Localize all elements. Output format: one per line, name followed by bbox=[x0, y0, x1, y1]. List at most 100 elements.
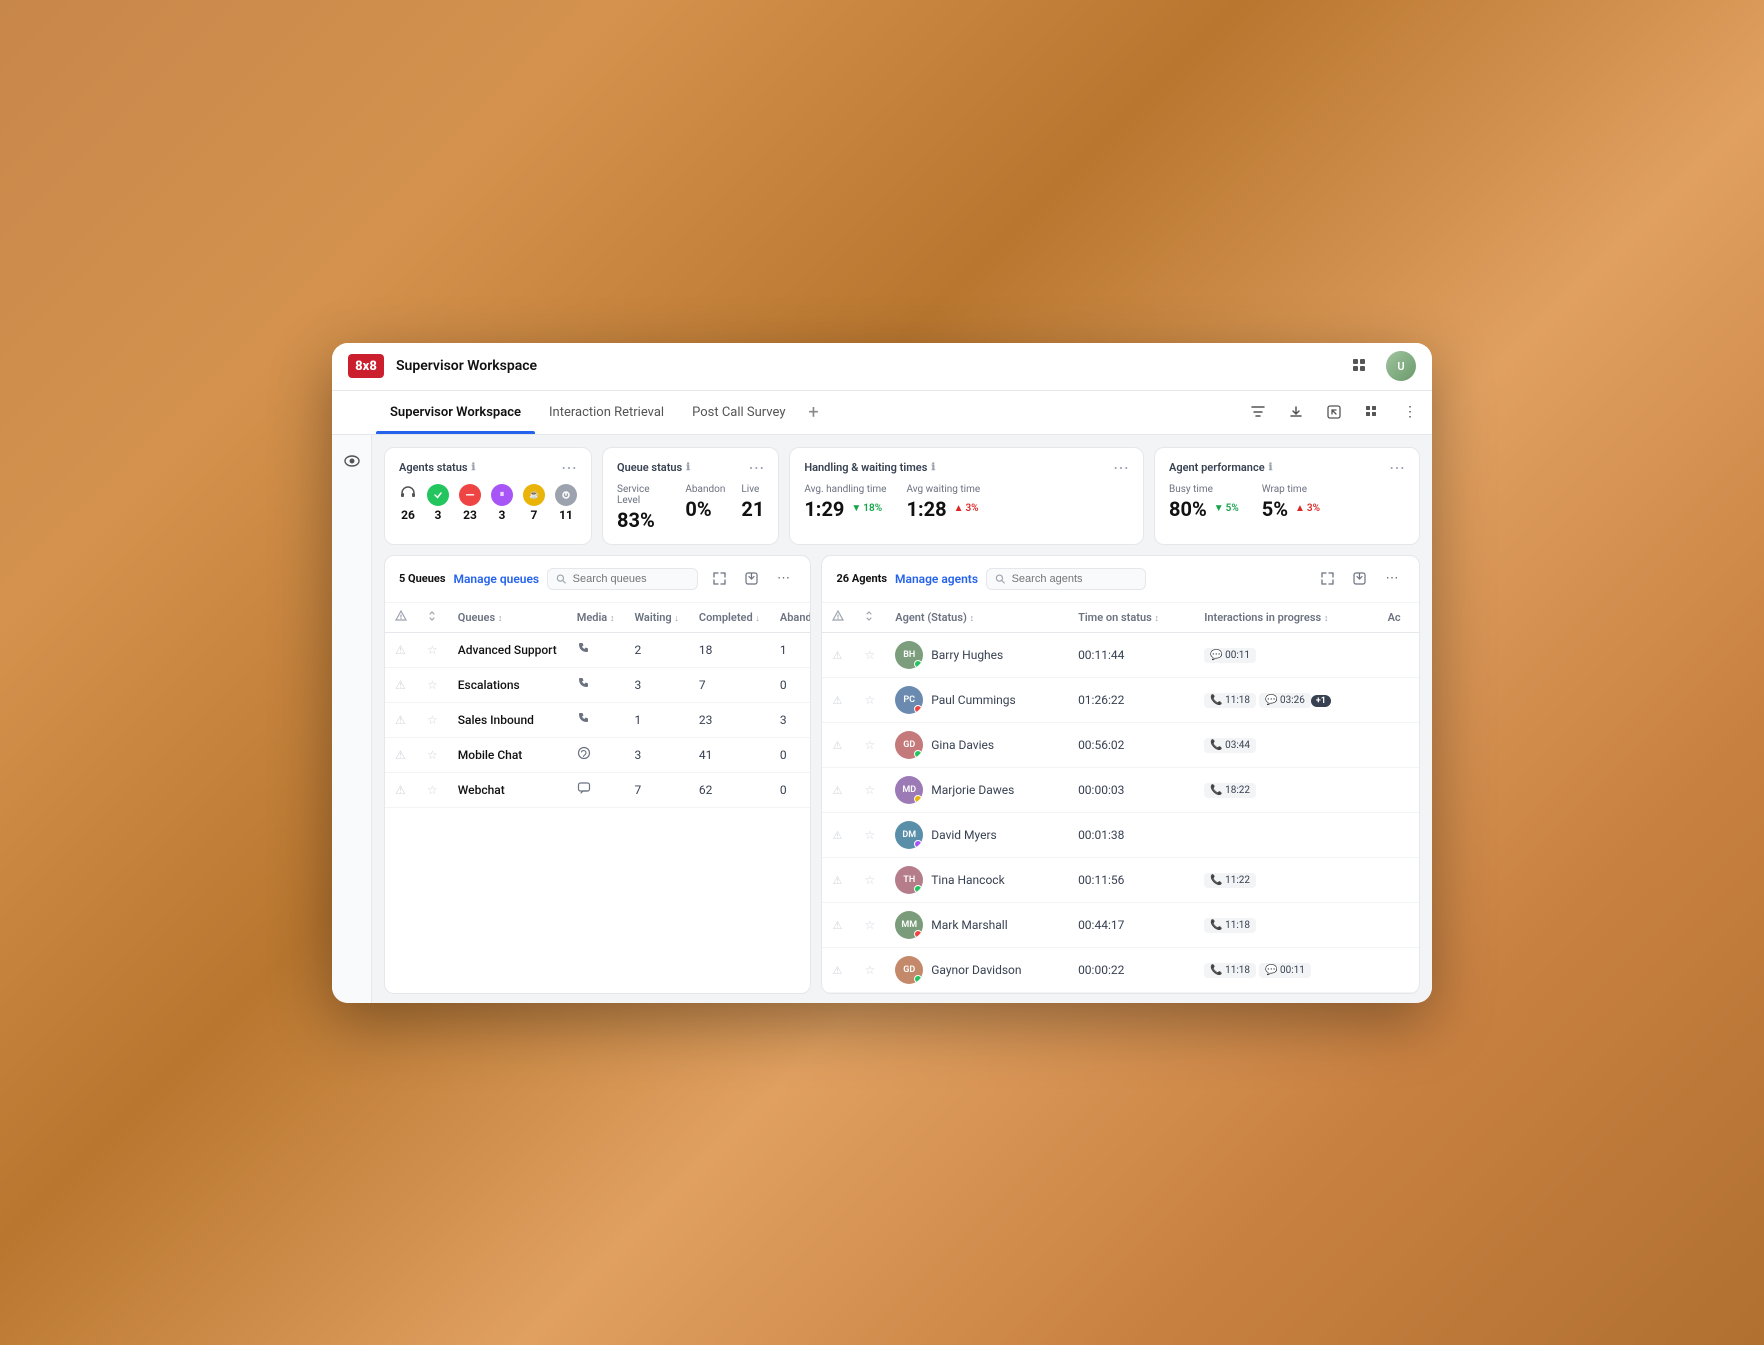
agents-more-icon[interactable]: ⋯ bbox=[1379, 566, 1405, 592]
offline-dot bbox=[555, 484, 577, 506]
ac-cell bbox=[1378, 677, 1419, 722]
handling-times-more[interactable]: ⋯ bbox=[1113, 460, 1129, 476]
agent-performance-more[interactable]: ⋯ bbox=[1389, 460, 1405, 476]
more-icon[interactable]: ⋮ bbox=[1396, 398, 1424, 426]
star-cell[interactable]: ☆ bbox=[417, 737, 448, 772]
add-tab-button[interactable]: + bbox=[799, 398, 827, 426]
download-icon[interactable] bbox=[1282, 398, 1310, 426]
tab-post-call-survey[interactable]: Post Call Survey bbox=[678, 390, 799, 434]
interactions-cell: 📞 11:18 💬 00:11 bbox=[1194, 947, 1377, 992]
status-headphone-item: 26 bbox=[399, 484, 417, 522]
filter-icon[interactable] bbox=[1244, 398, 1272, 426]
ac-cell bbox=[1378, 902, 1419, 947]
agent-avatar: DM bbox=[895, 821, 923, 849]
break-count: 7 bbox=[531, 508, 538, 522]
manage-queues-link[interactable]: Manage queues bbox=[453, 572, 539, 586]
agent-performance-info-icon[interactable]: ℹ bbox=[1269, 462, 1273, 473]
queues-export-icon[interactable] bbox=[738, 566, 764, 592]
agent-warn-cell: ⚠ bbox=[822, 677, 854, 722]
th-time-on-status: Time on status ↕ bbox=[1068, 603, 1194, 633]
agent-search-box[interactable] bbox=[986, 568, 1146, 590]
queue-name-cell: Escalations bbox=[448, 667, 567, 702]
interaction-badge: 📞 11:22 bbox=[1204, 873, 1256, 888]
break-status-item: ☕ 7 bbox=[523, 484, 545, 522]
queue-status-more[interactable]: ⋯ bbox=[748, 460, 764, 476]
grid-icon[interactable] bbox=[1358, 398, 1386, 426]
queues-expand-icon[interactable] bbox=[706, 566, 732, 592]
handling-times-card: Handling & waiting times ℹ ⋯ Avg. handli… bbox=[789, 447, 1144, 545]
agent-search-input[interactable] bbox=[1012, 573, 1137, 585]
agent-search-icon bbox=[995, 573, 1006, 585]
agent-name: Barry Hughes bbox=[931, 648, 1003, 662]
waiting-cell: 1 bbox=[624, 702, 688, 737]
available-status-item: 3 bbox=[427, 484, 449, 522]
agents-status-more[interactable]: ⋯ bbox=[561, 460, 577, 476]
th-completed: Completed ↓ bbox=[689, 603, 770, 633]
agent-warn-cell: ⚠ bbox=[822, 947, 854, 992]
interaction-badge: 📞 03:44 bbox=[1204, 738, 1256, 753]
abandoned-cell: 3 bbox=[770, 702, 811, 737]
manage-agents-link[interactable]: Manage agents bbox=[895, 572, 978, 586]
star-cell[interactable]: ☆ bbox=[417, 772, 448, 807]
agent-name: Gina Davies bbox=[931, 738, 994, 752]
agent-star-cell[interactable]: ☆ bbox=[854, 722, 885, 767]
agent-star-cell[interactable]: ☆ bbox=[854, 947, 885, 992]
agent-star-cell[interactable]: ☆ bbox=[854, 677, 885, 722]
queue-search-box[interactable] bbox=[547, 568, 698, 590]
handling-metrics: Avg. handling time 1:29 ▼ 18% Avg waitin… bbox=[804, 484, 1129, 521]
queues-more-icon[interactable]: ⋯ bbox=[770, 566, 796, 592]
user-avatar[interactable]: U bbox=[1386, 351, 1416, 381]
search-icon bbox=[556, 573, 567, 585]
agent-avatar: MM bbox=[895, 911, 923, 939]
table-row: ⚠ ☆ BH Barry Hughes 00:11:44 💬 00:11 bbox=[822, 632, 1419, 677]
th-queue-name: Queues ↕ bbox=[448, 603, 567, 633]
queues-table-header: Queues ↕ Media ↕ Waiting ↓ Completed ↓ A… bbox=[385, 603, 810, 633]
star-cell[interactable]: ☆ bbox=[417, 632, 448, 667]
warn-cell: ⚠ bbox=[385, 632, 417, 667]
time-on-status-cell: 00:44:17 bbox=[1068, 902, 1194, 947]
agent-star-cell[interactable]: ☆ bbox=[854, 902, 885, 947]
table-row: ⚠ ☆ MM Mark Marshall 00:44:17 📞 11:18 bbox=[822, 902, 1419, 947]
th-interactions: Interactions in progress ↕ bbox=[1194, 603, 1377, 633]
th-ac: Ac bbox=[1378, 603, 1419, 633]
agents-table-container: Agent (Status) ↕ Time on status ↕ Intera… bbox=[822, 603, 1419, 993]
agents-expand-icon[interactable] bbox=[1315, 566, 1341, 592]
break-dot: ☕ bbox=[523, 484, 545, 506]
queues-card: 5 Queues Manage queues bbox=[384, 555, 811, 994]
agent-star-cell[interactable]: ☆ bbox=[854, 812, 885, 857]
sidebar bbox=[332, 435, 372, 1003]
agent-star-cell[interactable]: ☆ bbox=[854, 857, 885, 902]
tab-supervisor-workspace[interactable]: Supervisor Workspace bbox=[376, 390, 535, 434]
table-row: ⚠ ☆ TH Tina Hancock 00:11:56 📞 11:22 bbox=[822, 857, 1419, 902]
warn-cell: ⚠ bbox=[385, 702, 417, 737]
busy-status-item: — 23 bbox=[459, 484, 481, 522]
queue-status-info-icon[interactable]: ℹ bbox=[686, 462, 690, 473]
table-row: ⚠ ☆ GD Gina Davies 00:56:02 📞 03:44 bbox=[822, 722, 1419, 767]
agents-export-icon[interactable] bbox=[1347, 566, 1373, 592]
star-cell[interactable]: ☆ bbox=[417, 702, 448, 737]
queue-metrics: Service Level 83% Abandon 0% Live 21 bbox=[617, 484, 764, 532]
agent-name-cell: DM David Myers bbox=[885, 812, 1068, 857]
agent-star-cell[interactable]: ☆ bbox=[854, 767, 885, 812]
app-window: 8x8 Supervisor Workspace U Supervisor Wo… bbox=[332, 343, 1432, 1003]
table-row: ⚠ ☆ Escalations 3 7 0 bbox=[385, 667, 810, 702]
agents-header-icons: ⋯ bbox=[1315, 566, 1405, 592]
eye-icon[interactable] bbox=[336, 445, 368, 477]
queue-name-cell: Advanced Support bbox=[448, 632, 567, 667]
interactions-cell: 📞 18:22 bbox=[1194, 767, 1377, 812]
time-on-status-cell: 00:56:02 bbox=[1068, 722, 1194, 767]
agent-star-cell[interactable]: ☆ bbox=[854, 632, 885, 677]
export-icon[interactable] bbox=[1320, 398, 1348, 426]
apps-icon[interactable] bbox=[1346, 352, 1374, 380]
tab-interaction-retrieval[interactable]: Interaction Retrieval bbox=[535, 390, 678, 434]
headphone-icon bbox=[399, 484, 417, 506]
queue-search-input[interactable] bbox=[573, 573, 690, 585]
agent-status-icons: 26 3 — 23 bbox=[399, 484, 577, 522]
completed-cell: 23 bbox=[689, 702, 770, 737]
time-on-status-cell: 00:11:44 bbox=[1068, 632, 1194, 677]
handling-times-info-icon[interactable]: ℹ bbox=[931, 462, 935, 473]
agents-status-info-icon[interactable]: ℹ bbox=[472, 462, 476, 473]
avg-waiting-value: 1:28 ▲ 3% bbox=[907, 497, 982, 521]
star-cell[interactable]: ☆ bbox=[417, 667, 448, 702]
interactions-cell: 📞 03:44 bbox=[1194, 722, 1377, 767]
